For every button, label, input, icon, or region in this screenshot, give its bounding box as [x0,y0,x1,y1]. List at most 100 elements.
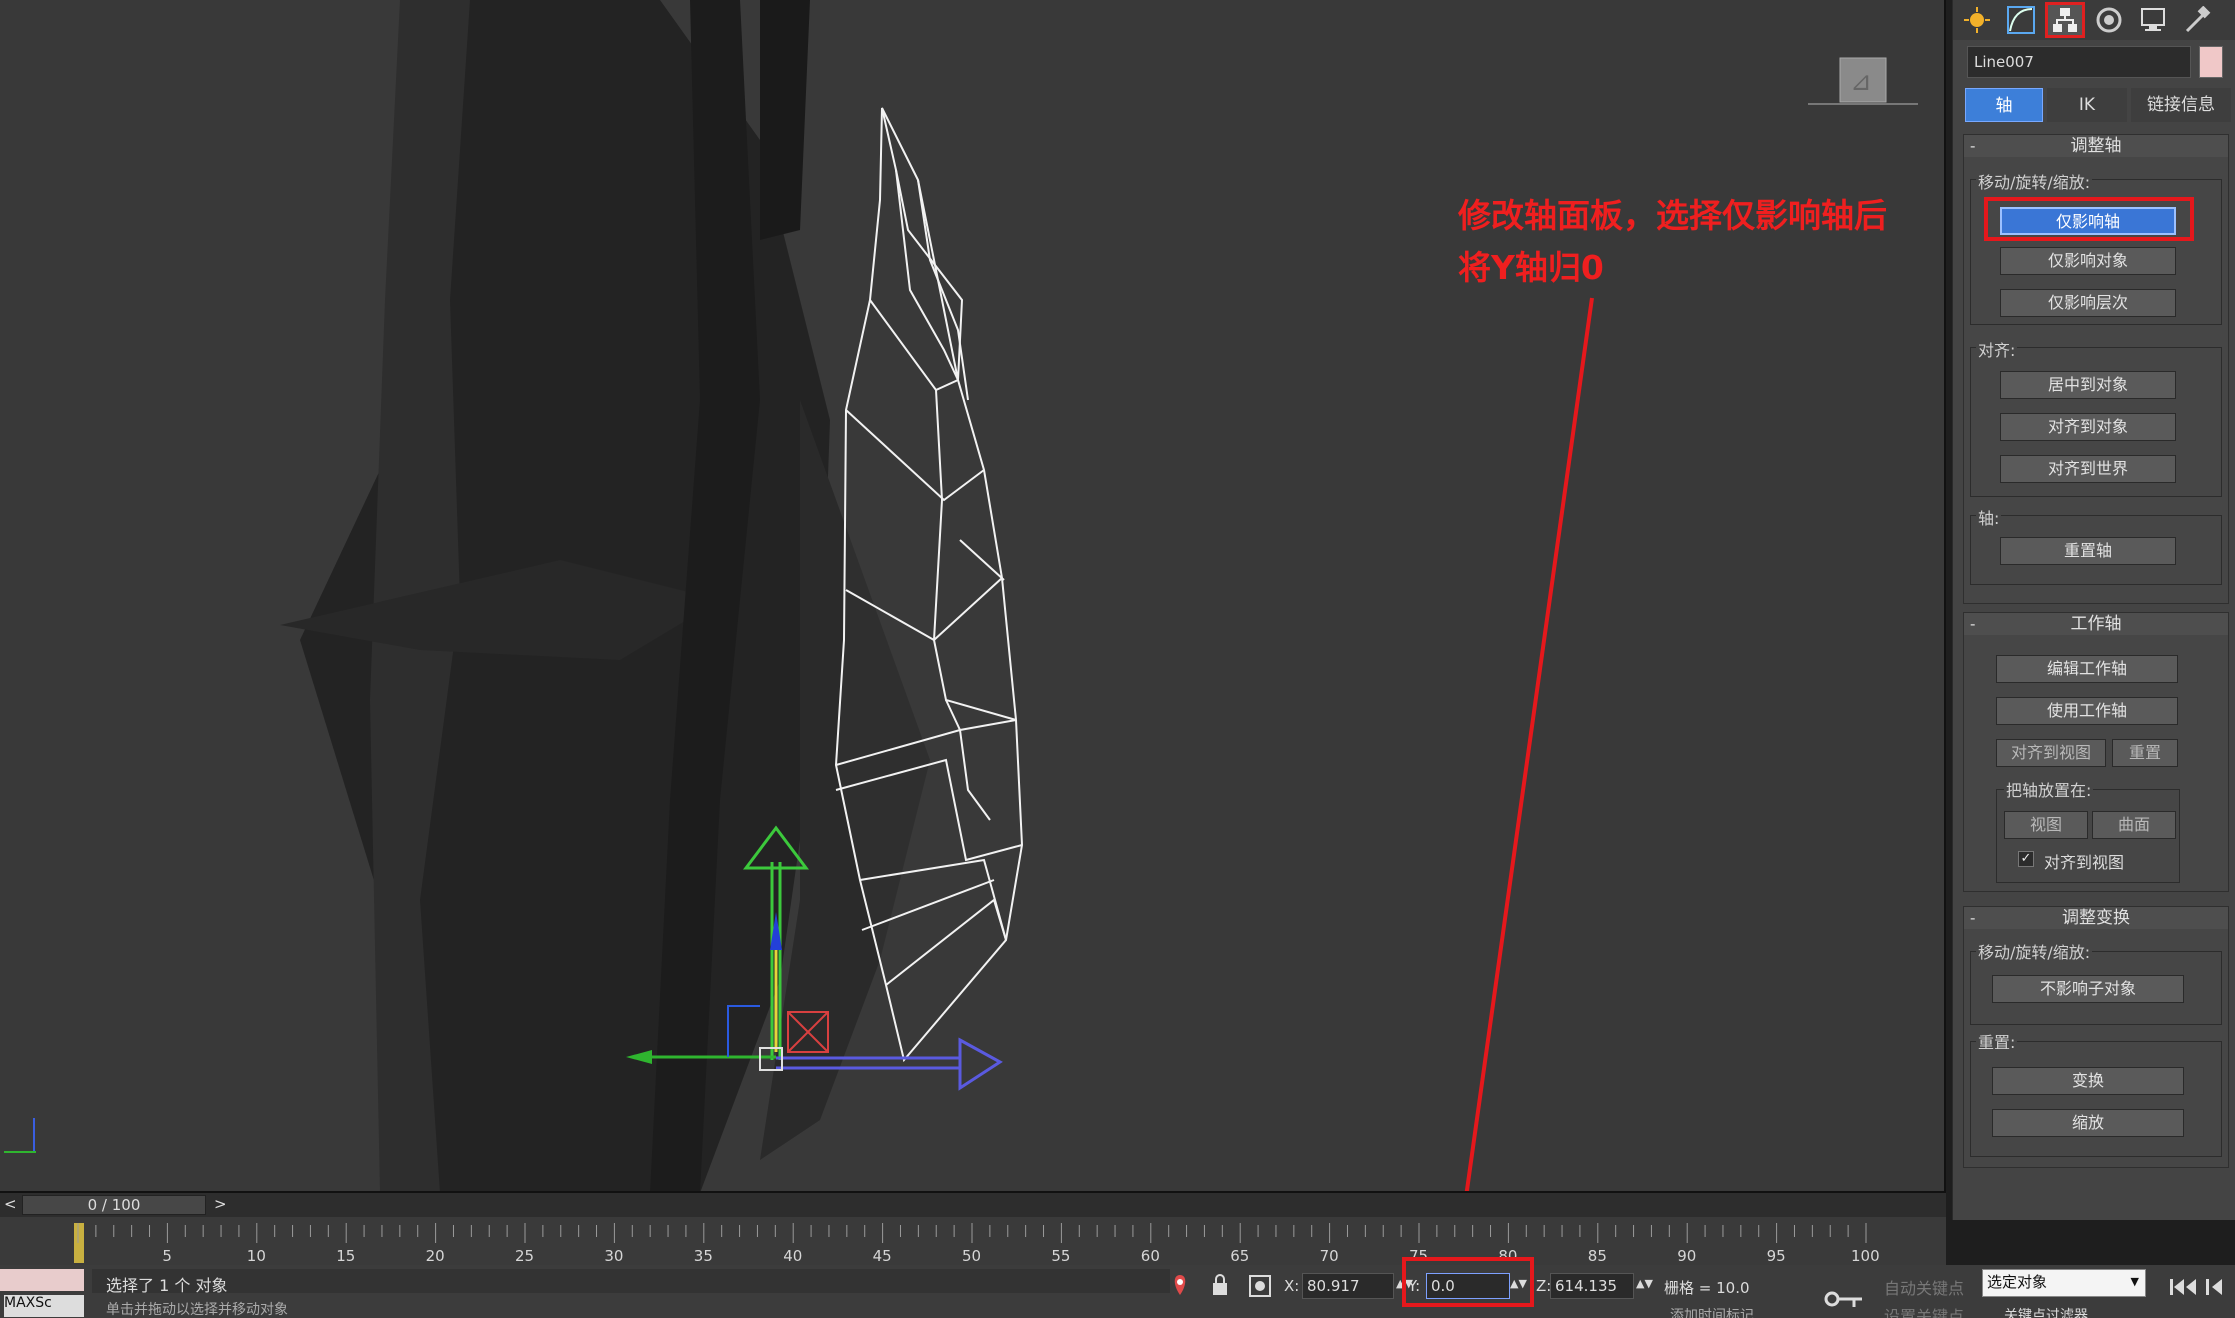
adjust-pivot-rollout: - 调整轴 移动/旋转/缩放: 仅影响轴 仅影响对象 仅影响层次 对齐: 居中到对… [1963,134,2229,604]
view-cube-icon: ⊿ [1808,57,1918,105]
y-field-highlight-box [1402,1257,1534,1307]
highlight-box [1984,197,2194,241]
z-spinner[interactable]: ▲▼ [1636,1277,1653,1290]
reset-transform-button[interactable]: 变换 [1992,1067,2184,1095]
view-button[interactable]: 视图 [2004,811,2088,839]
curve-icon [2007,6,2035,34]
absolute-mode-icon[interactable] [1248,1274,1272,1298]
tab-pivot[interactable]: 轴 [1965,88,2043,122]
max-window: ⊿ 修改轴面板，选择仅影响轴后 将Y轴归0 Line007 轴 IK 链接信息 … [0,0,2235,1318]
timeline-tick-label: 100 [1851,1247,1880,1265]
group-label: 重置: [1976,1029,2018,1053]
go-to-start-icon[interactable] [2168,1277,2198,1297]
align-to-object-button[interactable]: 对齐到对象 [2000,413,2176,441]
rollout-title: 调整变换 [2062,908,2130,928]
utilities-tab[interactable] [2177,2,2217,38]
annotation-arrow [1464,297,1594,1191]
align-to-world-button[interactable]: 对齐到世界 [2000,455,2176,483]
group-label: 移动/旋转/缩放: [1976,939,2093,963]
edit-working-pivot-button[interactable]: 编辑工作轴 [1996,655,2178,683]
lock-icon[interactable] [1210,1273,1230,1297]
motion-tab[interactable] [2089,2,2129,38]
use-working-pivot-button[interactable]: 使用工作轴 [1996,697,2178,725]
hierarchy-tab[interactable] [2045,2,2085,38]
key-icon[interactable] [1824,1289,1864,1309]
tab-link-info[interactable]: 链接信息 [2131,88,2231,122]
create-tab[interactable] [1957,2,1997,38]
affect-hierarchy-only-button[interactable]: 仅影响层次 [2000,289,2176,317]
prev-frame-button[interactable]: < [4,1195,17,1213]
set-key-button[interactable]: 设置关键点 [1884,1303,1964,1318]
key-filters-button[interactable]: 关键点过滤器... [2004,1305,2101,1318]
prompt-line [92,1269,1170,1293]
timeline-tick-label: 5 [162,1247,172,1265]
sun-icon [1964,7,1990,33]
maxscript-listener-mini[interactable] [0,1269,84,1291]
collapse-icon: - [1970,909,1976,927]
z-coordinate-field[interactable]: 614.135 [1550,1273,1634,1299]
selection-status: 选择了 1 个 对象 [106,1276,228,1295]
annotation-line-2: 将Y轴归0 [1458,248,1604,287]
timeline: < 0 / 100 > 5 10 15 20 25 30 35 40 45 50 55 60 65 70 7… [0,1193,1946,1265]
display-icon [2141,8,2165,31]
timeline-tick-label: 25 [515,1247,535,1265]
timeline-tick-label: 30 [604,1247,624,1265]
key-mode-value: 选定对象 [1987,1273,2048,1291]
working-pivot-header[interactable]: - 工作轴 [1964,613,2228,635]
annotation-line-1: 修改轴面板，选择仅影响轴后 [1458,196,1887,235]
prompt-hint: 单击并拖动以选择并移动对象 [106,1302,288,1318]
group-label: 轴: [1976,505,2002,529]
dont-affect-children-button[interactable]: 不影响子对象 [1992,975,2184,1003]
tab-ik[interactable]: IK [2047,88,2127,122]
surface-button[interactable]: 曲面 [2092,811,2176,839]
object-color-swatch[interactable] [2199,46,2223,78]
affect-object-only-button[interactable]: 仅影响对象 [2000,247,2176,275]
motion-icon [2096,7,2122,33]
next-frame-button[interactable]: > [214,1195,227,1213]
modify-tab[interactable] [2001,2,2041,38]
timeline-tick-label: 10 [246,1247,266,1265]
add-time-tag[interactable]: 添加时间标记 [1670,1305,1754,1318]
timeline-tick-label: 35 [693,1247,713,1265]
align-to-view-button[interactable]: 对齐到视图 [1996,739,2106,767]
timeline-tick-label: 60 [1140,1247,1160,1265]
time-slider-thumb[interactable]: 0 / 100 [22,1195,206,1215]
group-label: 把轴放置在: [2004,777,2094,801]
x-label: X: [1284,1277,1300,1295]
annotation-text: 修改轴面板，选择仅影响轴后 将Y轴归0 [1458,190,1887,294]
time-slider[interactable]: < 0 / 100 > [0,1193,1946,1217]
prev-key-icon[interactable] [2204,1277,2234,1297]
reset-pivot-button[interactable]: 重置轴 [2000,537,2176,565]
track-bar[interactable]: 5 10 15 20 25 30 35 40 45 50 55 60 65 70 75 80 85 90 95 100 [0,1221,1946,1265]
isolate-selection-icon[interactable] [1168,1273,1192,1299]
group-label: 移动/旋转/缩放: [1976,169,2093,193]
adjust-transform-rollout: - 调整变换 移动/旋转/缩放: 不影响子对象 重置: 变换 缩放 [1963,906,2229,1168]
timeline-tick-label: 90 [1677,1247,1697,1265]
adjust-transform-header[interactable]: - 调整变换 [1964,907,2228,929]
reset-scale-button[interactable]: 缩放 [1992,1109,2184,1137]
display-tab[interactable] [2133,2,2173,38]
hammer-icon [2185,6,2211,33]
command-panel: Line007 轴 IK 链接信息 - 调整轴 移动/旋转/缩放: 仅影响轴 仅影… [1952,0,2235,1220]
center-to-object-button[interactable]: 居中到对象 [2000,371,2176,399]
align-to-view-checkbox[interactable]: ✓ [2018,851,2034,867]
key-mode-select[interactable]: 选定对象 ▼ [1982,1269,2146,1297]
align-to-view-label: 对齐到视图 [2044,853,2125,872]
timeline-tick-label: 65 [1230,1247,1250,1265]
maxscript-mini-field[interactable]: MAXSc [4,1295,84,1317]
chevron-down-icon: ▼ [2130,1275,2139,1288]
reset-working-pivot-button[interactable]: 重置 [2112,739,2178,767]
timeline-tick-label: 55 [1051,1247,1071,1265]
rollout-title: 工作轴 [2070,614,2122,634]
command-panel-tabs [1953,0,2235,40]
timeline-tick-label: 95 [1766,1247,1786,1265]
maxscript-label: MAXSc [4,1295,52,1311]
auto-key-button[interactable]: 自动关键点 [1884,1275,1964,1299]
object-name-field[interactable]: Line007 [1967,46,2191,78]
x-coordinate-field[interactable]: 80.917 [1302,1273,1394,1299]
status-bar: MAXSc 选择了 1 个 对象 单击并拖动以选择并移动对象 X: 80.917… [0,1257,2235,1318]
rollout-title: 调整轴 [2070,136,2122,156]
hierarchy-icon [2053,8,2077,32]
adjust-pivot-header[interactable]: - 调整轴 [1964,135,2228,157]
viewport[interactable]: ⊿ 修改轴面板，选择仅影响轴后 将Y轴归0 [0,0,1946,1193]
